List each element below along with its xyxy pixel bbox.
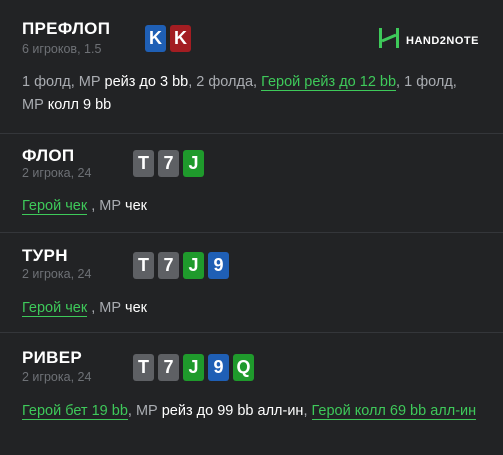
street-title-flop: ФЛОП xyxy=(22,146,75,165)
card: T xyxy=(133,150,154,177)
river-section: РИВЕР 2 игрока, 24 T 7 J 9 Q Герой бет 1… xyxy=(0,333,503,455)
street-subtitle-turn: 2 игрока, 24 xyxy=(22,267,92,281)
hero-action: Герой бет 19 bb xyxy=(22,403,128,420)
hero-action: Герой колл 69 bb алл-ин xyxy=(311,403,477,420)
card: 7 xyxy=(158,354,179,381)
action-text: , xyxy=(303,403,312,419)
hero-action: Герой чек xyxy=(22,300,88,317)
card: 7 xyxy=(158,252,179,279)
logo-text: HAND2NOTE xyxy=(406,34,479,47)
hero-action: Герой рейз до 12 bb xyxy=(261,74,397,91)
action-text: , МР xyxy=(127,403,162,419)
card: J xyxy=(183,252,204,279)
card: J xyxy=(183,354,204,381)
river-actions: Герой бет 19 bb, МР рейз до 99 bb алл-ин… xyxy=(22,400,482,423)
card: T xyxy=(133,252,154,279)
card: K xyxy=(145,25,166,52)
card: 7 xyxy=(158,150,179,177)
card: J xyxy=(183,150,204,177)
villain-action: чек xyxy=(125,300,148,316)
street-title-river: РИВЕР xyxy=(22,348,83,367)
action-text: , 2 фолда, xyxy=(188,74,262,90)
villain-action: колл 9 bb xyxy=(47,97,112,113)
street-subtitle-preflop: 6 игроков, 1.5 xyxy=(22,42,102,56)
action-text: , МР xyxy=(87,198,126,214)
board-cards-river: T 7 J 9 Q xyxy=(133,354,254,381)
board-cards-flop: T 7 J xyxy=(133,150,204,177)
hand-history-panel: ПРЕФЛОП 6 игроков, 1.5 K K HAND2NOTE 1 ф… xyxy=(0,0,503,455)
villain-action: чек xyxy=(125,198,148,214)
card: T xyxy=(133,354,154,381)
street-title-turn: ТУРН xyxy=(22,246,68,265)
street-title-preflop: ПРЕФЛОП xyxy=(22,19,111,38)
card: K xyxy=(170,25,191,52)
villain-action: рейз до 3 bb xyxy=(104,74,189,90)
preflop-actions: 1 фолд, МР рейз до 3 bb, 2 фолда, Герой … xyxy=(22,71,482,117)
flop-actions: Герой чек , МР чек xyxy=(22,195,482,218)
action-text: 1 фолд, МР xyxy=(22,74,105,90)
card: Q xyxy=(233,354,254,381)
flop-section: ФЛОП 2 игрока, 24 T 7 J Герой чек , МР ч… xyxy=(0,134,503,233)
hand2note-logo-icon xyxy=(378,26,400,55)
card: 9 xyxy=(208,354,229,381)
turn-actions: Герой чек , МР чек xyxy=(22,297,482,320)
turn-section: ТУРН 2 игрока, 24 T 7 J 9 Герой чек , МР… xyxy=(0,233,503,333)
action-text: , МР xyxy=(87,300,126,316)
hero-hole-cards: K K xyxy=(145,25,191,52)
hand2note-logo: HAND2NOTE xyxy=(378,26,479,55)
card: 9 xyxy=(208,252,229,279)
hero-action: Герой чек xyxy=(22,198,88,215)
villain-action: рейз до 99 bb алл-ин xyxy=(161,403,304,419)
street-subtitle-flop: 2 игрока, 24 xyxy=(22,166,92,180)
board-cards-turn: T 7 J 9 xyxy=(133,252,229,279)
preflop-section: ПРЕФЛОП 6 игроков, 1.5 K K HAND2NOTE 1 ф… xyxy=(0,0,503,134)
street-subtitle-river: 2 игрока, 24 xyxy=(22,370,92,384)
